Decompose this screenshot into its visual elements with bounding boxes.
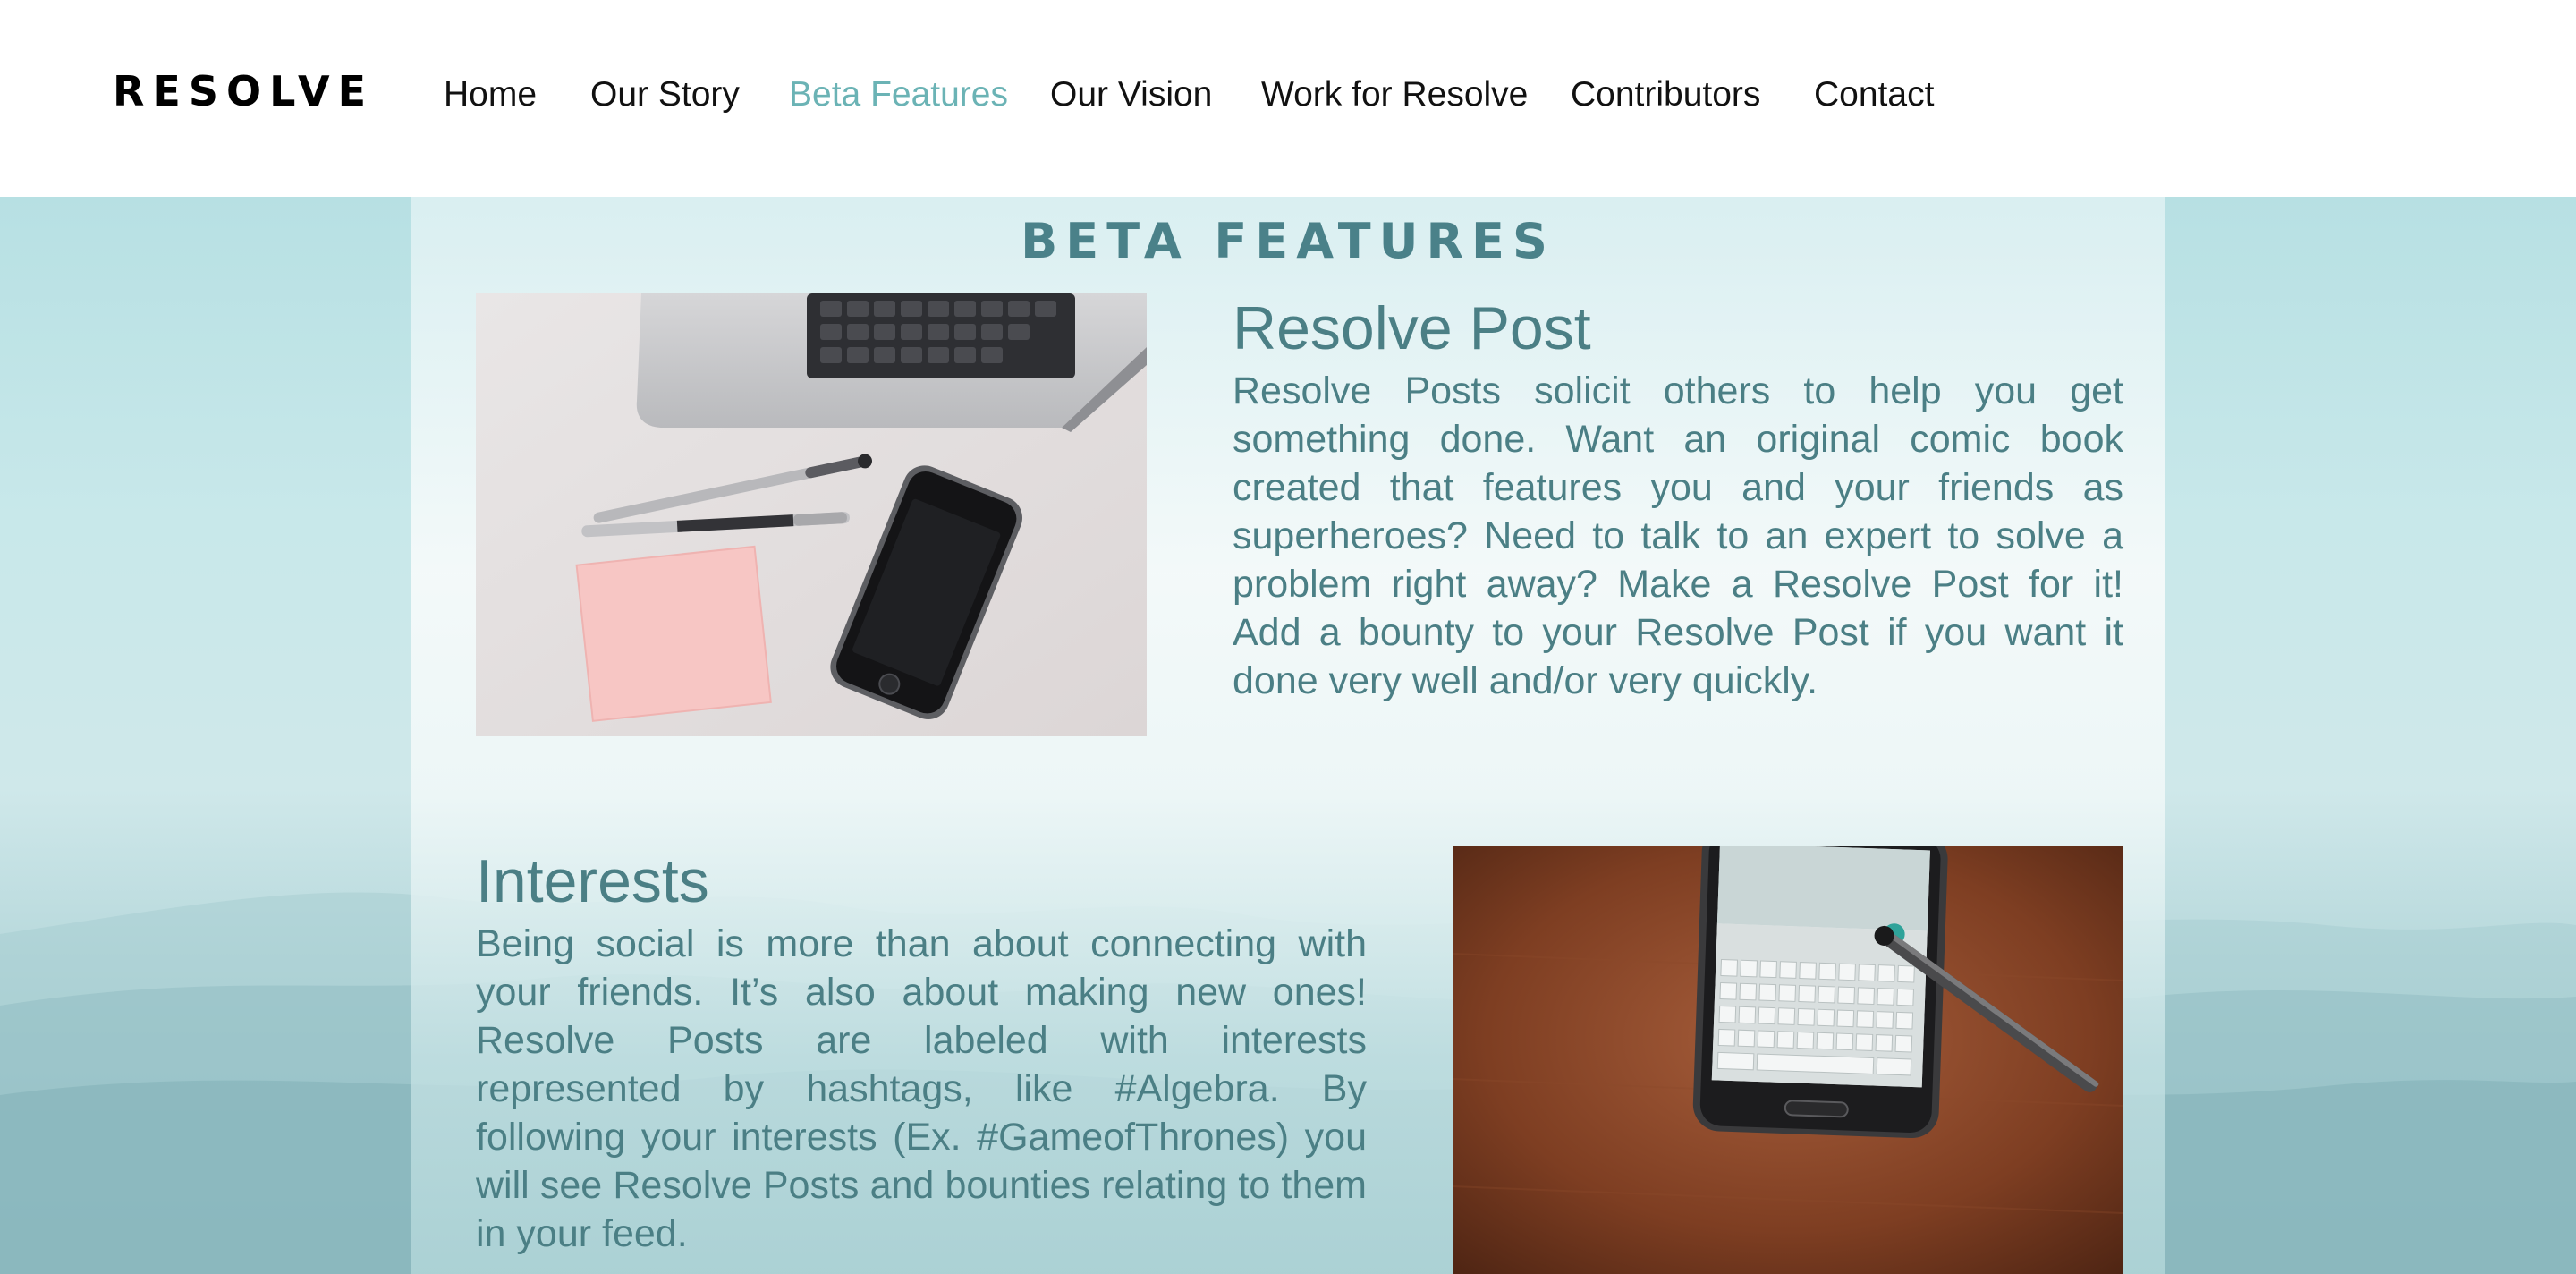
feature-body-resolve-post: Resolve Posts solicit others to help you… [1233, 369, 2123, 702]
nav-contributors[interactable]: Contributors [1571, 70, 1760, 120]
site-logo[interactable]: RESOLVE [113, 64, 374, 118]
nav-beta-features[interactable]: Beta Features [789, 70, 1008, 120]
feature-body-interests: Being social is more than about connecti… [476, 922, 1367, 1255]
feature-image-phone-stylus [1453, 846, 2123, 1274]
nav-contact[interactable]: Contact [1814, 70, 1934, 120]
nav-our-story[interactable]: Our Story [590, 70, 740, 120]
site-header: RESOLVE Home Our Story Beta Features Our… [0, 0, 2576, 197]
nav-our-vision[interactable]: Our Vision [1050, 70, 1212, 120]
desk-illustration [476, 293, 1147, 736]
feature-title-interests: Interests [476, 847, 709, 915]
feature-title-resolve-post: Resolve Post [1233, 294, 1591, 362]
feature-image-desk [476, 293, 1147, 736]
page-title: BETA FEATURES [1021, 213, 1555, 269]
phone-illustration [1453, 846, 2123, 1274]
nav-work-for-resolve[interactable]: Work for Resolve [1261, 70, 1528, 120]
nav-home[interactable]: Home [444, 70, 537, 120]
